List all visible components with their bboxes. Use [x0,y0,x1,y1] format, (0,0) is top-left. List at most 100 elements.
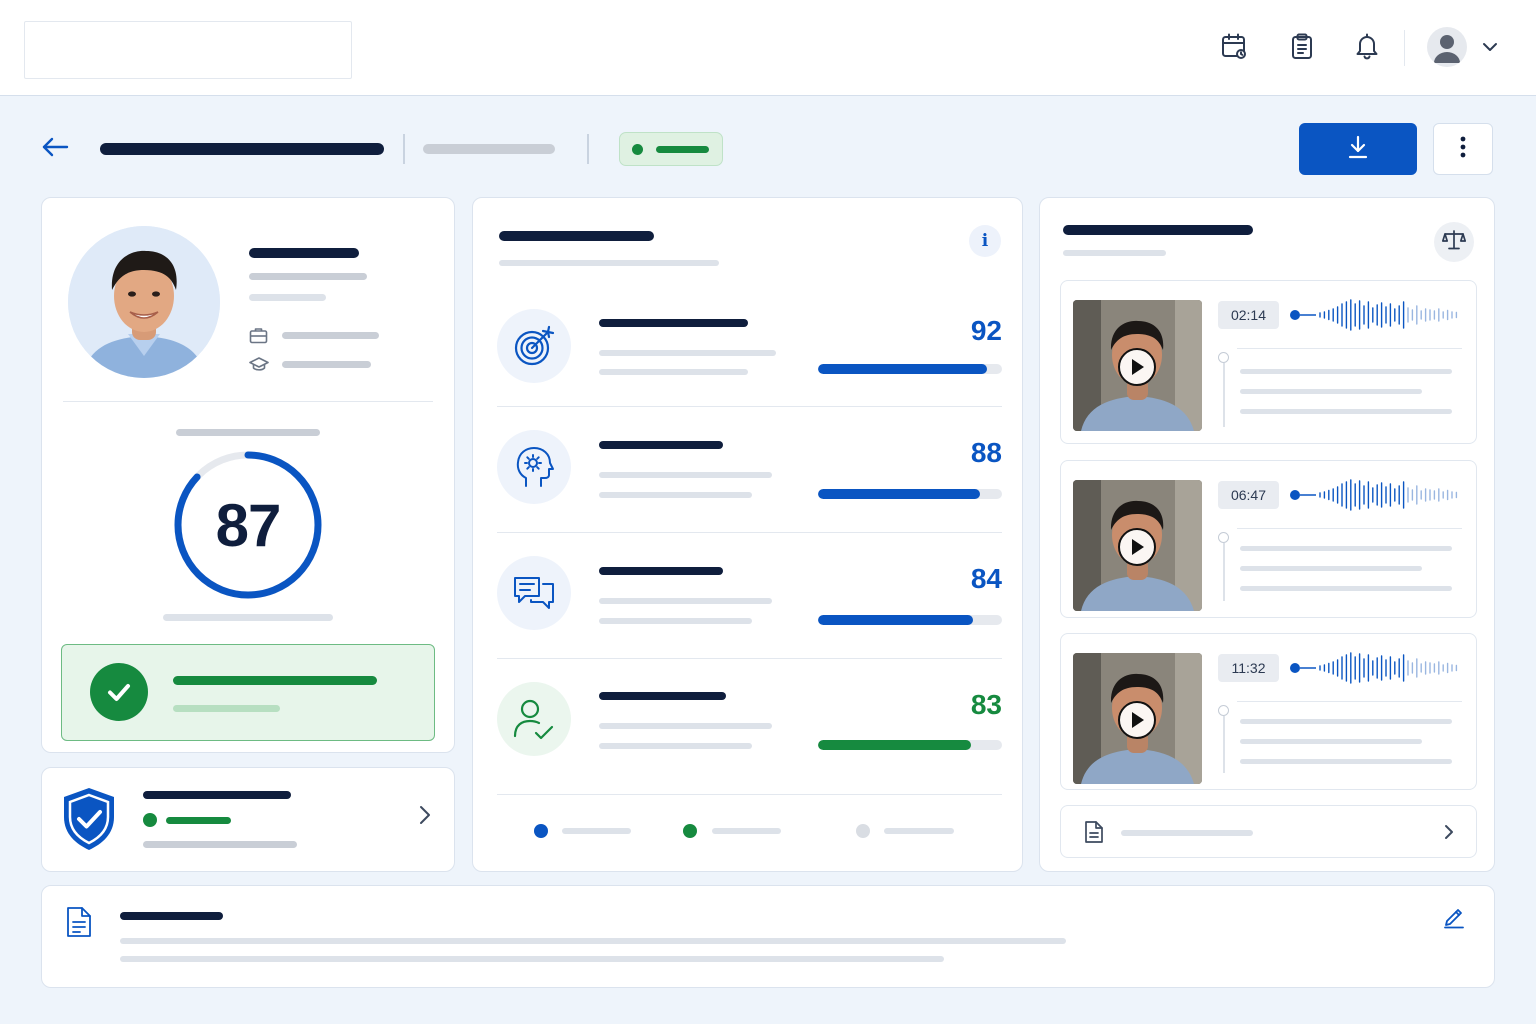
notes-card [41,885,1495,988]
verification-title-placeholder [173,676,377,685]
video-thumbnail[interactable] [1073,480,1202,611]
briefcase-icon [249,327,268,349]
more-vertical-icon [1460,135,1466,164]
audio-waveform[interactable] [1288,650,1464,686]
metric-desc-placeholder [599,492,752,498]
timeline-marker [1218,705,1229,716]
play-icon[interactable] [1118,701,1156,739]
audio-waveform[interactable] [1288,477,1464,513]
metric-divider [497,658,1002,659]
metric-desc-placeholder [599,618,752,624]
legend-label-placeholder [712,828,781,834]
metric-desc-placeholder [599,598,772,604]
document-icon [64,906,94,943]
clip-transcript-placeholder [1240,369,1452,374]
clipboard-icon[interactable] [1286,30,1318,62]
security-title-placeholder [143,791,291,799]
clip-transcript-placeholder [1240,739,1422,744]
candidate-meta-placeholder [249,294,326,301]
chevron-right-icon[interactable] [415,803,435,832]
bell-icon[interactable] [1351,30,1383,62]
overall-score-value: 87 [215,491,282,559]
logo-placeholder[interactable] [24,21,352,79]
score-caption-placeholder [163,614,333,621]
verification-subtitle-placeholder [173,705,280,712]
metric-desc-placeholder [599,369,748,375]
download-icon [1346,134,1370,165]
metric-divider [497,406,1002,407]
play-icon[interactable] [1118,348,1156,386]
clip-transcript-placeholder [1240,719,1452,724]
transcript-link[interactable] [1060,805,1477,858]
info-icon: i [981,231,989,251]
legend-dot [683,824,697,838]
compare-button[interactable] [1434,222,1474,262]
metric-score-bar [818,489,1002,499]
scale-balance-icon [1441,229,1467,256]
shield-check-icon [62,786,116,857]
metric-score-value: 84 [970,563,1002,594]
chevron-right-icon [1441,822,1457,847]
legend-label-placeholder [884,828,954,834]
clip-transcript-placeholder [1240,409,1452,414]
score-label-placeholder [176,429,320,436]
metric-title-placeholder [599,692,726,700]
clip-transcript-placeholder [1240,546,1452,551]
clip-timeline [1223,363,1225,427]
timeline-marker [1218,532,1229,543]
document-icon [1083,820,1105,849]
metric-score-value: 92 [970,315,1002,346]
chevron-down-icon[interactable] [1480,37,1500,62]
clip-timeline [1223,716,1225,773]
metric-divider [497,794,1002,795]
competency-subtitle-placeholder [499,260,719,266]
user-check-icon [497,682,571,756]
competency-title-placeholder [499,231,654,241]
recording-clip[interactable]: 06:47 [1060,460,1477,618]
audio-waveform[interactable] [1288,297,1464,333]
recordings-subtitle-placeholder [1063,250,1166,256]
check-circle-icon [90,663,148,721]
notes-title-placeholder [120,912,223,920]
candidate-photo [68,226,220,378]
metric-desc-placeholder [599,472,772,478]
calendar-icon[interactable] [1218,30,1250,62]
edit-pencil-icon[interactable] [1442,905,1466,934]
clip-transcript-placeholder [1240,759,1452,764]
metric-desc-placeholder [599,723,772,729]
timestamp-badge: 02:14 [1218,301,1279,329]
experience-placeholder [282,332,379,339]
metric-divider [497,532,1002,533]
status-badge [619,132,723,166]
user-avatar-icon[interactable] [1427,27,1467,67]
clip-transcript-placeholder [1240,586,1452,591]
metric-desc-placeholder [599,743,752,749]
metric-score-bar [818,364,1002,374]
video-thumbnail[interactable] [1073,300,1202,431]
metric-score-value: 88 [970,437,1002,468]
status-text-placeholder [656,146,709,153]
overall-score-ring: 87 [172,449,324,601]
metric-score-bar [818,615,1002,625]
recordings-title-placeholder [1063,225,1253,235]
recording-clip[interactable]: 11:32 [1060,633,1477,790]
target-icon [497,309,571,383]
video-thumbnail[interactable] [1073,653,1202,784]
metric-title-placeholder [599,441,723,449]
play-icon[interactable] [1118,528,1156,566]
metric-desc-placeholder [599,350,776,356]
chat-bubbles-icon [497,556,571,630]
competency-scores-card [472,197,1023,872]
legend-dot [534,824,548,838]
download-button[interactable] [1299,123,1417,175]
info-button[interactable]: i [969,225,1001,257]
status-dot [632,144,643,155]
candidate-name-placeholder [249,248,359,258]
recording-clip[interactable]: 02:14 [1060,280,1477,444]
legend-label-placeholder [562,828,631,834]
timestamp-badge: 11:32 [1218,654,1279,682]
clip-divider [1237,528,1462,529]
clip-transcript-placeholder [1240,389,1422,394]
more-options-button[interactable] [1433,123,1493,175]
back-button[interactable] [38,134,72,164]
